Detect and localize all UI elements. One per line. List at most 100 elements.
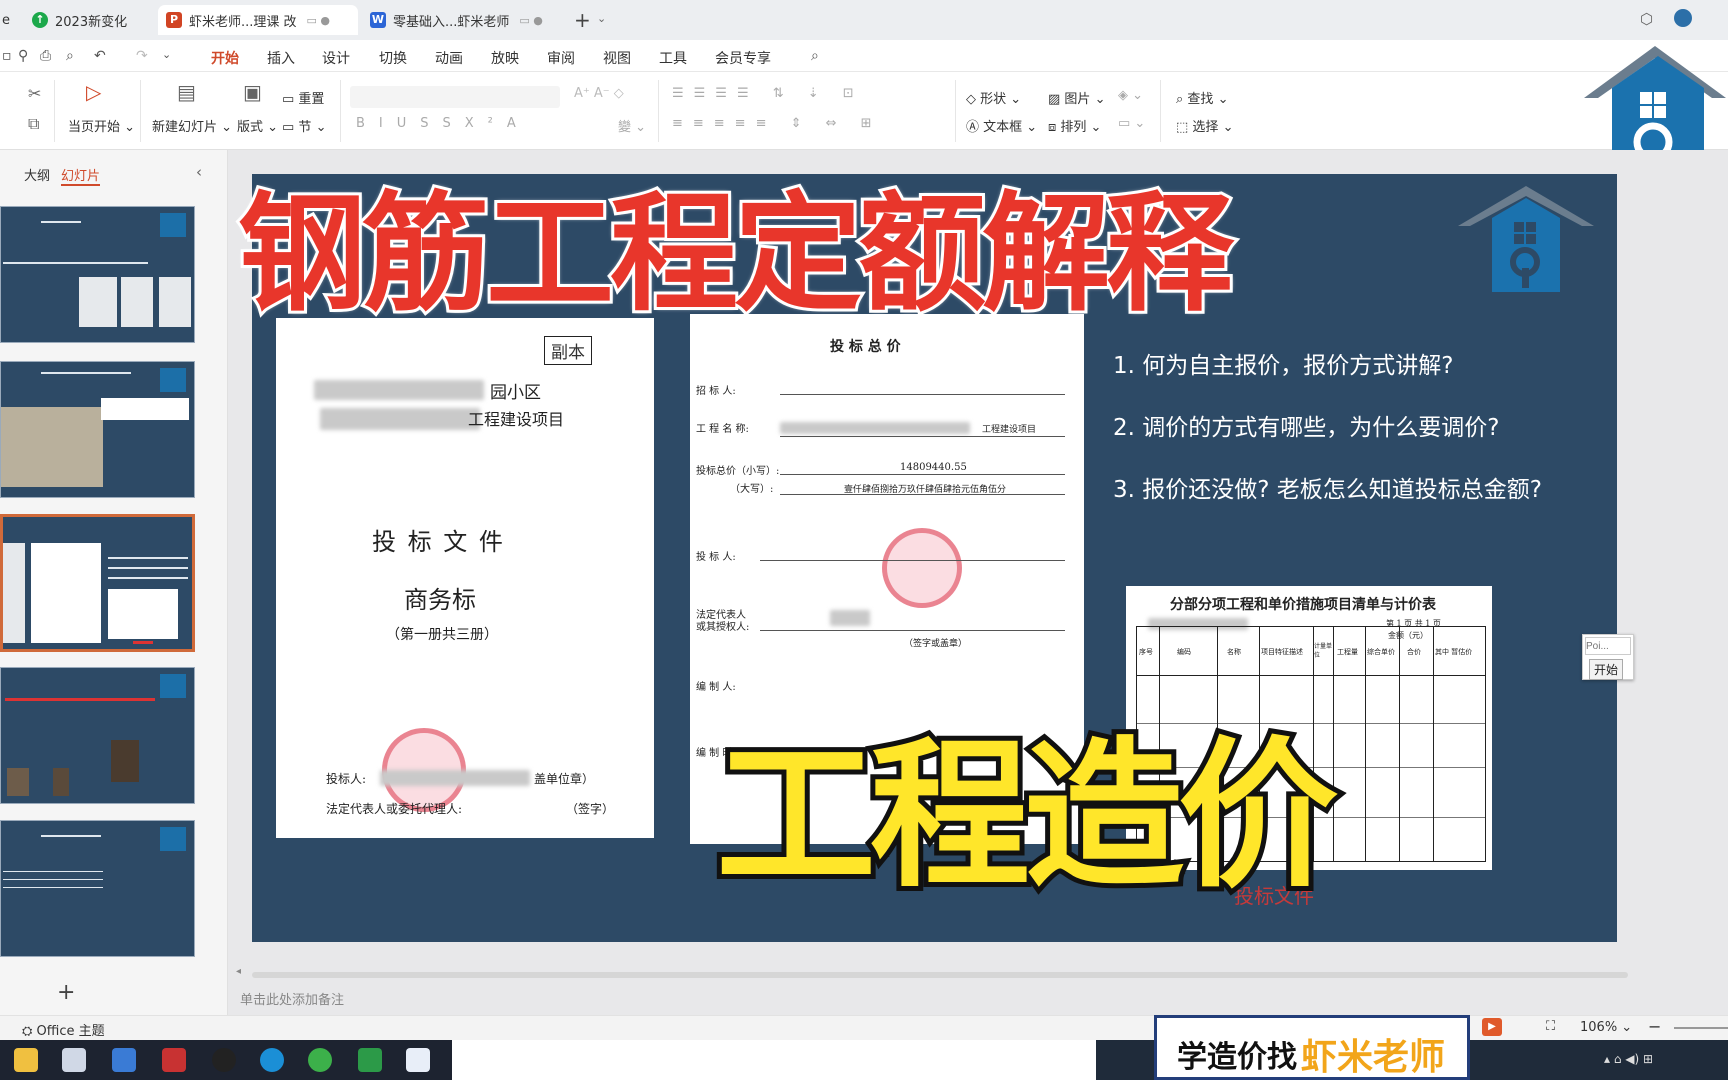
slide-thumbnail-selected[interactable]	[0, 514, 195, 652]
button-label: 版式	[237, 120, 264, 135]
slide-thumbnail[interactable]	[0, 667, 195, 804]
taskbar-blank	[452, 1040, 1096, 1080]
add-slide-button[interactable]: +	[57, 980, 75, 1005]
popup-input[interactable]	[1585, 637, 1631, 655]
textbox-button[interactable]: Ⓐ 文本框 ⌄	[966, 116, 1037, 135]
menu-member[interactable]: 会员专享	[715, 48, 771, 68]
cube-icon[interactable]: ⬡	[1640, 10, 1653, 28]
play-icon[interactable]: ▷	[86, 80, 101, 104]
house-icon	[1458, 186, 1594, 292]
menu-transition[interactable]: 切换	[379, 48, 407, 68]
section-button[interactable]: ▭ 节 ⌄	[282, 116, 326, 135]
button-label: 选择	[1192, 120, 1219, 135]
font-family-select[interactable]	[350, 86, 560, 108]
pdf-icon[interactable]	[162, 1048, 186, 1072]
project-line-2: 工程建设项目	[468, 410, 565, 429]
play-current-button[interactable]: 当页开始 ⌄	[68, 116, 135, 135]
outline-icon[interactable]: ▭ ⌄	[1118, 116, 1145, 131]
tab-partial[interactable]: e	[0, 5, 20, 35]
seal-label: 盖单位章）	[534, 772, 595, 786]
slideshow-icon[interactable]: ▶	[1482, 1018, 1502, 1036]
total-big-label: （大写）:	[730, 484, 774, 495]
fit-icon[interactable]: ⛶	[1546, 1019, 1555, 1034]
slide-thumbnail[interactable]	[0, 361, 195, 498]
layout-button[interactable]: 版式 ⌄	[237, 116, 278, 135]
menu-view[interactable]: 视图	[603, 48, 631, 68]
notes-area[interactable]: 单击此处添加备注	[228, 965, 1728, 1015]
zoom-value: 106%	[1580, 1020, 1618, 1035]
browser-icon[interactable]	[308, 1048, 332, 1072]
tenderer-label: 招 标 人:	[696, 386, 736, 397]
select-button[interactable]: ⬚ 选择 ⌄	[1176, 116, 1233, 135]
zoom-out-icon[interactable]: −	[1648, 1017, 1661, 1036]
print-icon[interactable]: ⎙	[40, 48, 51, 64]
layout-icon[interactable]: ▣	[243, 80, 262, 104]
button-label: 文本框	[983, 120, 1023, 135]
menu-bar: ▫ ⚲ ⎙ ⌕ ↶ ↷ ⌄ 开始 插入 设计 切换 动画 放映 审阅 视图 工具…	[0, 40, 1728, 76]
tab-ppt-active[interactable]: P 虾米老师...理课 改 ▭ ●	[158, 5, 358, 35]
copy-label: 副本	[544, 336, 592, 365]
preview-icon[interactable]: ⌕	[66, 48, 74, 64]
tab-slides[interactable]: 幻灯片	[61, 165, 101, 186]
button-label: 排列	[1060, 120, 1087, 135]
menu-slideshow[interactable]: 放映	[491, 48, 519, 68]
slide-thumbnail[interactable]	[0, 820, 195, 957]
file-explorer-icon[interactable]	[14, 1048, 38, 1072]
chevron-down-icon[interactable]: ⌄	[597, 12, 606, 25]
button-label: 重置	[298, 92, 325, 107]
tab-word[interactable]: W 零基础入...虾米老师 ▭ ●	[362, 5, 557, 35]
menu-review[interactable]: 审阅	[547, 48, 575, 68]
reset-button[interactable]: ▭ 重置	[282, 88, 324, 107]
menu-design[interactable]: 设计	[322, 48, 350, 68]
new-slide-icon[interactable]: ▤	[177, 80, 196, 104]
menu-tools[interactable]: 工具	[659, 48, 687, 68]
fill-icon[interactable]: ◈ ⌄	[1118, 88, 1143, 103]
menu-home[interactable]: 开始	[211, 48, 239, 76]
app-icon[interactable]	[62, 1048, 86, 1072]
link-icon[interactable]: ⚲	[18, 48, 28, 64]
pinyin-icon[interactable]: 變 ⌄	[618, 116, 646, 135]
align-controls[interactable]: ≡≡≡≡≡ ⇕ ⇔ ⊞	[672, 116, 882, 131]
font-style-controls[interactable]: BIUSSX²A	[356, 116, 530, 131]
copy-icon[interactable]: ⧉	[28, 114, 39, 134]
undo-icon[interactable]: ↶	[94, 48, 106, 64]
edge-icon[interactable]	[260, 1048, 284, 1072]
menu-animation[interactable]: 动画	[435, 48, 463, 68]
new-slide-button[interactable]: 新建幻灯片 ⌄	[152, 116, 232, 135]
new-tab-icon[interactable]: +	[574, 8, 591, 32]
bullet-1: 1. 何为自主报价，报价方式讲解?	[1113, 353, 1454, 379]
cad-icon[interactable]	[112, 1048, 136, 1072]
redacted-block	[780, 422, 970, 434]
search-icon[interactable]: ⌕	[811, 48, 819, 64]
theme-label[interactable]: ⛭ Office 主题	[22, 1020, 105, 1039]
slide-thumbnail[interactable]	[0, 206, 195, 343]
or-agent-label: 或其授权人:	[696, 622, 750, 633]
picture-button[interactable]: ▨ 图片 ⌄	[1048, 88, 1105, 107]
collapse-icon[interactable]: ‹	[196, 163, 202, 181]
slides-pane: 大纲 幻灯片 ‹ +	[0, 150, 228, 1015]
redacted-block	[314, 380, 484, 400]
font-size-controls[interactable]: A⁺ A⁻ ◇	[574, 86, 624, 101]
zoom-slider[interactable]	[1674, 1027, 1728, 1029]
tab-outline[interactable]: 大纲	[24, 165, 50, 184]
arrange-button[interactable]: ⧈ 排列 ⌄	[1048, 116, 1101, 135]
popup-start-button[interactable]: 开始	[1589, 659, 1624, 680]
avatar[interactable]	[1674, 9, 1692, 27]
menu-insert[interactable]: 插入	[267, 48, 295, 68]
find-button[interactable]: ⌕ 查找 ⌄	[1176, 88, 1228, 107]
tray-icons[interactable]: ▴ ⌂ ◀) ⊞	[1604, 1052, 1653, 1066]
shape-button[interactable]: ◇ 形状 ⌄	[966, 88, 1021, 107]
ribbon: ✂ ⧉ ▷ 当页开始 ⌄ ▤ 新建幻灯片 ⌄ ▣ 版式 ⌄ ▭ 重置 ▭ 节 ⌄…	[0, 72, 1728, 150]
qq-icon[interactable]	[212, 1048, 236, 1072]
tab-2023[interactable]: ↑ 2023新变化	[24, 5, 152, 35]
list-controls[interactable]: ☰☰☰☰ ⇅ ⇣ ⊡	[672, 86, 864, 101]
slide[interactable]: 副本 园小区 工程建设项目 投 标 文 件 商务标 （第一册共三册） 投标人: …	[235, 174, 1634, 942]
camtasia-icon[interactable]	[358, 1048, 382, 1072]
button-label: 节	[298, 120, 312, 135]
app-icon[interactable]	[406, 1048, 430, 1072]
cut-icon[interactable]: ✂	[28, 84, 41, 103]
zoom-level[interactable]: 106% ⌄	[1580, 1020, 1632, 1035]
chevron-down-icon[interactable]: ⌄	[162, 48, 171, 61]
redo-icon[interactable]: ↷	[136, 48, 148, 64]
folder-icon[interactable]: ▫	[2, 48, 12, 64]
